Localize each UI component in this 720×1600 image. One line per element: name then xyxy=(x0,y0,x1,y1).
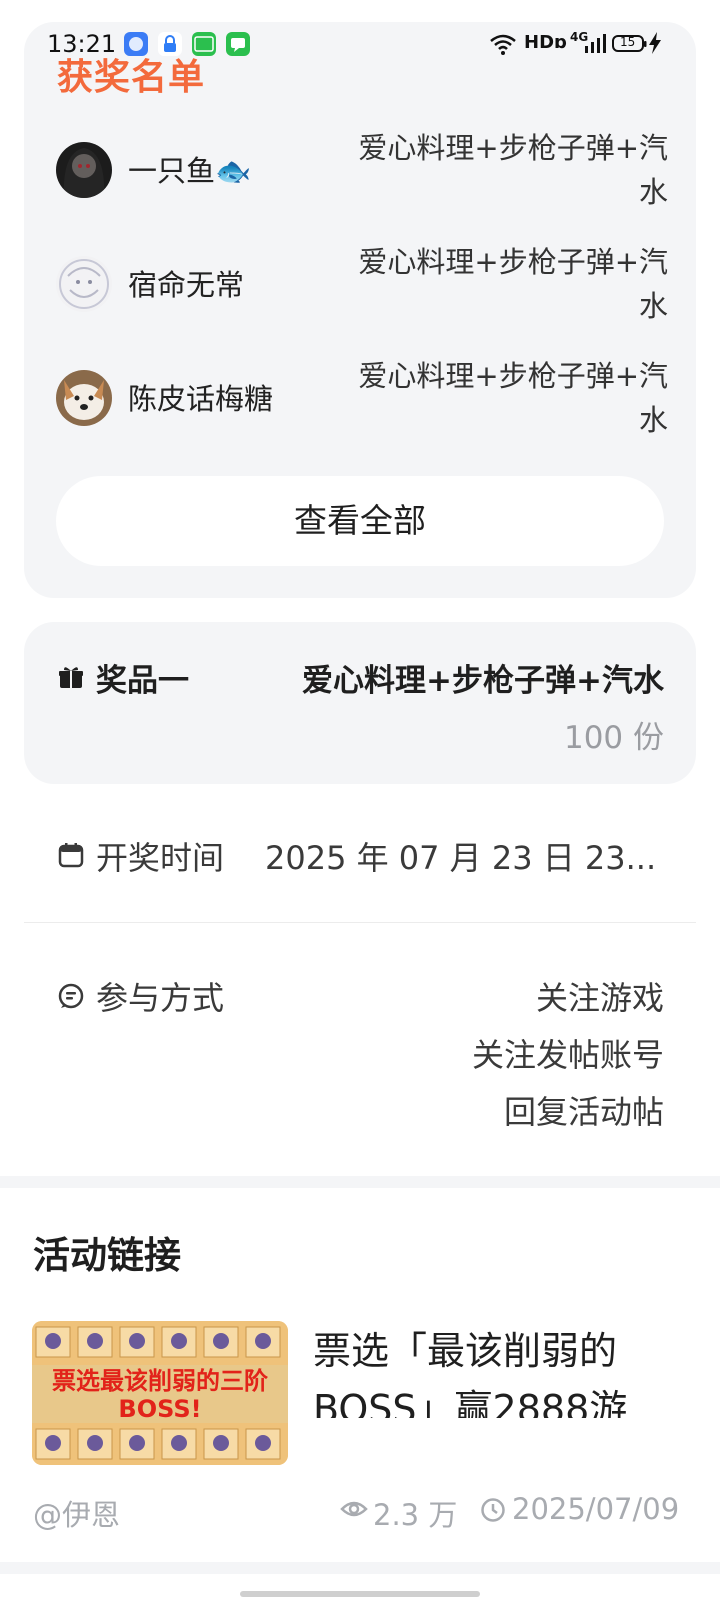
post-views: 2.3 万 xyxy=(373,1498,458,1532)
post-date: 2025/07/09 xyxy=(512,1492,680,1526)
section-separator xyxy=(0,1562,720,1574)
participation-method: 关注游戏 xyxy=(535,979,664,1017)
gift-icon xyxy=(58,664,84,694)
prize-label: 奖品一 xyxy=(96,663,189,699)
prize-count: 100 份 xyxy=(563,720,664,756)
wifi-icon xyxy=(488,32,518,61)
avatar[interactable] xyxy=(56,256,112,312)
winner-name[interactable]: 宿命无常 xyxy=(128,262,244,304)
battery-level: 15 xyxy=(620,35,636,49)
signal-icon xyxy=(584,32,606,59)
avatar[interactable] xyxy=(56,370,112,426)
divider xyxy=(24,922,696,923)
charging-icon xyxy=(648,32,662,59)
winner-row: 一只鱼🐟 爱心料理+步枪子弹+汽水 xyxy=(24,114,696,224)
section-separator xyxy=(0,1176,720,1188)
participation-method: 回复活动帖 xyxy=(503,1093,664,1131)
eye-icon xyxy=(340,1498,368,1524)
post-author[interactable]: @伊恩 xyxy=(33,1492,120,1534)
participation-label: 参与方式 xyxy=(96,979,225,1017)
home-indicator[interactable] xyxy=(240,1591,480,1597)
winner-row: 宿命无常 爱心料理+步枪子弹+汽水 xyxy=(24,228,696,338)
winner-name[interactable]: 陈皮话梅糖 xyxy=(128,376,273,418)
clock-icon xyxy=(480,1497,506,1527)
winner-row: 陈皮话梅糖 爱心料理+步枪子弹+汽水 xyxy=(24,342,696,452)
avatar[interactable] xyxy=(56,142,112,198)
winner-name[interactable]: 一只鱼🐟 xyxy=(128,148,251,190)
winner-prize: 爱心料理+步枪子弹+汽水 xyxy=(358,245,668,323)
participation-method: 关注发帖账号 xyxy=(471,1036,664,1074)
post-title[interactable]: 票选「最该削弱的BOSS」赢2888游 xyxy=(313,1322,683,1418)
thumbnail-caption: 票选最该削弱的三阶BOSS! xyxy=(52,1367,268,1423)
chat-bubble-icon xyxy=(58,983,84,1013)
calendar-icon xyxy=(58,842,84,872)
prize-description: 爱心料理+步枪子弹+汽水 xyxy=(302,663,664,699)
view-all-button[interactable]: 查看全部 xyxy=(56,476,664,566)
activity-links-title: 活动链接 xyxy=(33,1234,181,1277)
message-icon xyxy=(226,32,250,56)
winner-prize: 爱心料理+步枪子弹+汽水 xyxy=(358,131,668,209)
post-thumbnail[interactable]: 票选最该削弱的三阶BOSS! xyxy=(32,1321,288,1465)
hd-indicator: HDɒ xyxy=(524,32,567,53)
prize-card xyxy=(24,622,696,784)
winners-title: 获奖名单 xyxy=(57,57,206,98)
winner-prize: 爱心料理+步枪子弹+汽水 xyxy=(358,359,668,437)
draw-time-value: 2025 年 07 月 23 日 23... xyxy=(265,839,657,877)
draw-time-label: 开奖时间 xyxy=(96,839,225,877)
